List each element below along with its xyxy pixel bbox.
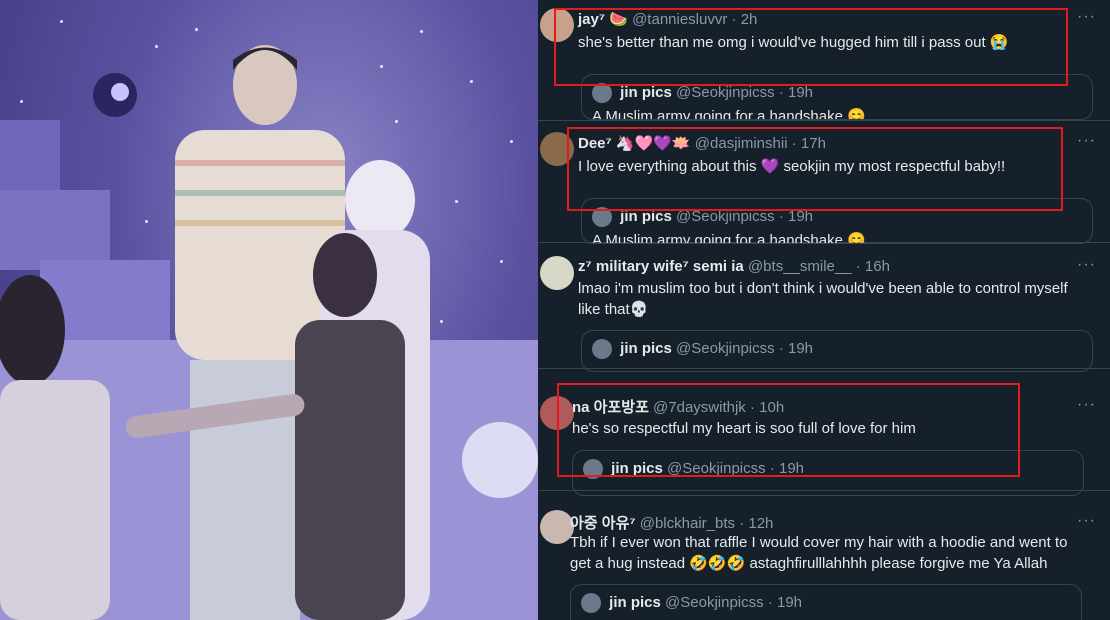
quoted-display-name: jin pics [609, 593, 661, 611]
highlight-box [557, 383, 1020, 477]
highlight-box [567, 127, 1063, 211]
quoted-tweet-header: jin pics @Seokjinpicss · 19h [592, 339, 813, 359]
avatar[interactable] [540, 256, 574, 290]
concert-photo [0, 0, 538, 620]
quoted-tweet-text: A Muslim army going for a handshake 😊 [592, 232, 866, 244]
quoted-display-name: jin pics [620, 339, 672, 357]
quoted-display-name: jin pics [620, 83, 672, 101]
highlight-box [554, 8, 1068, 86]
stage-lamp [462, 422, 538, 498]
quoted-timestamp: · 19h [767, 593, 803, 611]
quoted-tweet[interactable]: jin pics @Seokjinpicss · 19h [581, 330, 1093, 372]
display-name[interactable]: 아중 아유⁷ [570, 515, 636, 532]
quoted-handle: @Seokjinpicss [676, 339, 775, 357]
dark-hair [313, 233, 377, 317]
tweet-text: lmao i'm muslim too but i don't think i … [578, 280, 1068, 318]
more-options-icon[interactable]: ··· [1077, 8, 1096, 26]
concert-scene-illustration [0, 45, 538, 620]
tweet-header: z⁷ military wife⁷ semi ia @bts__smile__ … [578, 258, 890, 275]
quoted-timestamp: · 19h [778, 83, 814, 101]
timestamp[interactable]: · 16h [856, 258, 890, 275]
tweet-text: Tbh if I ever won that raffle I would co… [570, 534, 1068, 572]
more-options-icon[interactable]: ··· [1077, 132, 1096, 150]
quoted-tweet-header: jin pics @Seokjinpicss · 19h [592, 83, 813, 103]
stage-step [0, 120, 60, 200]
handle[interactable]: @blckhair_bts [640, 515, 735, 532]
timestamp[interactable]: · 12h [739, 515, 773, 532]
quoted-handle: @Seokjinpicss [676, 83, 775, 101]
quoted-tweet-text: A Muslim army going for a handshake 😊 [592, 108, 866, 120]
more-options-icon[interactable]: ··· [1077, 256, 1096, 274]
handle[interactable]: @bts__smile__ [748, 258, 852, 275]
quoted-handle: @Seokjinpicss [665, 593, 764, 611]
quoted-tweet[interactable]: jin pics @Seokjinpicss · 19h [570, 584, 1082, 620]
stage-step [0, 190, 110, 270]
avatar[interactable] [540, 510, 574, 544]
tweet-feed[interactable]: jay⁷ 🍉 @tanniesluvvr · 2h ··· she's bett… [538, 0, 1110, 620]
veiled-person-head [345, 160, 415, 240]
more-options-icon[interactable]: ··· [1077, 396, 1096, 414]
tweet-card[interactable]: 아중 아유⁷ @blckhair_bts · 12h ··· Tbh if I … [538, 496, 1110, 620]
display-name[interactable]: z⁷ military wife⁷ semi ia [578, 258, 744, 275]
foreground-person [0, 380, 110, 620]
spotlight-lens [111, 83, 129, 101]
dark-shirt-person [295, 320, 405, 620]
more-options-icon[interactable]: ··· [1077, 512, 1096, 530]
quoted-avatar [592, 339, 612, 359]
quoted-timestamp: · 19h [778, 339, 814, 357]
quoted-avatar [592, 83, 612, 103]
quoted-tweet-header: jin pics @Seokjinpicss · 19h [581, 593, 802, 613]
quoted-avatar [581, 593, 601, 613]
tweet-card[interactable]: z⁷ military wife⁷ semi ia @bts__smile__ … [538, 244, 1110, 372]
tweet-header: 아중 아유⁷ @blckhair_bts · 12h [570, 512, 773, 533]
